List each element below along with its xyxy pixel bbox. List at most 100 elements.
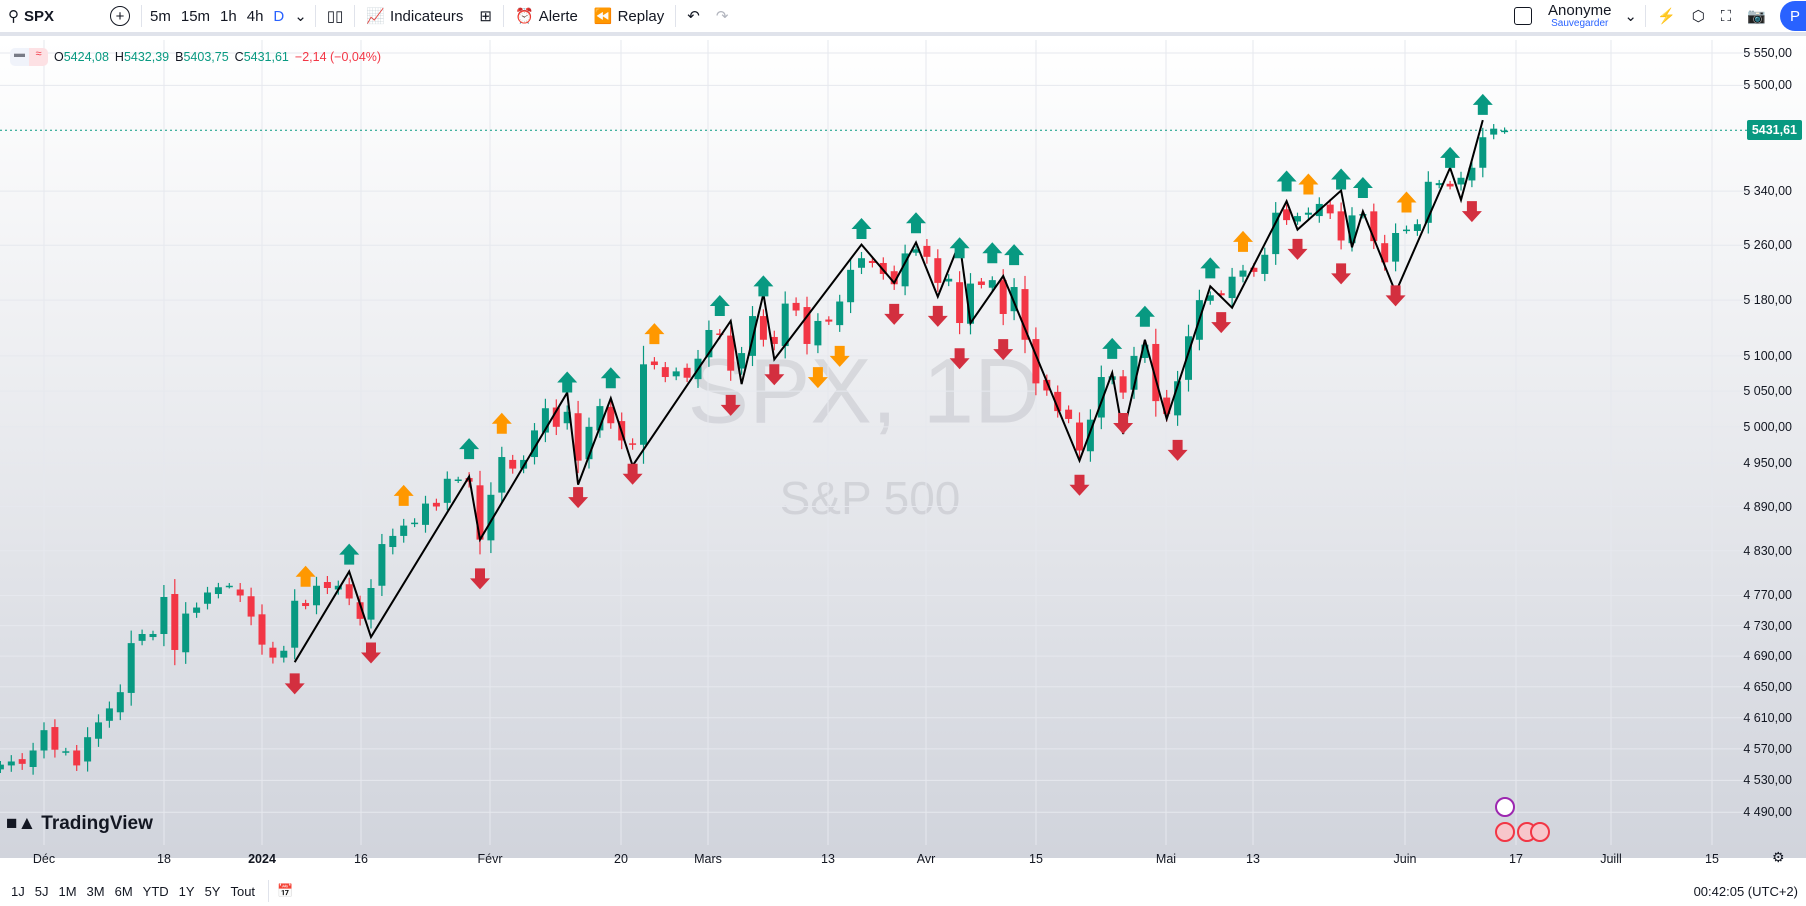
time-tick: Avr	[916, 852, 936, 866]
buy-signal-arrow	[1472, 93, 1493, 115]
sell-signal-arrow	[993, 339, 1014, 361]
buy-signal-arrow	[1200, 257, 1221, 279]
lightning-event-icon	[1495, 797, 1515, 817]
sell-signal-arrow	[1211, 312, 1232, 334]
buy-signal-arrow	[949, 237, 970, 259]
candle-body	[1392, 232, 1400, 262]
buy-signal-arrow	[1440, 146, 1461, 168]
price-tick: 4 570,00	[1743, 741, 1792, 756]
candle-body	[1403, 229, 1410, 232]
candle-body	[225, 585, 233, 588]
sell-signal-arrow	[949, 348, 970, 370]
candle-body	[323, 582, 331, 588]
last-price-tag: 5431,61	[1746, 120, 1802, 141]
time-tick: Mars	[694, 852, 722, 866]
candle-body	[127, 643, 135, 693]
candle-body	[1413, 224, 1421, 231]
us-flag-event-icon	[1495, 822, 1515, 842]
time-tick: 18	[157, 852, 171, 866]
sell-signal-arrow	[284, 673, 305, 695]
sell-signal-arrow	[1113, 412, 1134, 434]
candle-body	[182, 613, 190, 653]
candle-body	[825, 319, 833, 322]
buy-signal-arrow	[753, 275, 774, 297]
range-1m[interactable]: 1M	[53, 884, 81, 899]
price-tick: 4 830,00	[1743, 543, 1792, 558]
warning-up-arrow	[393, 484, 414, 506]
sell-signal-arrow	[884, 303, 905, 325]
warning-up-arrow	[491, 412, 512, 434]
price-tick: 5 500,00	[1743, 78, 1792, 93]
candle-body	[280, 650, 288, 658]
bottom-bar: 1J 5J 1M 3M 6M YTD 1Y 5Y Tout 📅 00:42:05…	[0, 876, 1806, 906]
candle-body	[258, 614, 266, 645]
candle-body	[345, 584, 353, 599]
candle-body	[956, 282, 964, 324]
candle-body	[858, 258, 865, 268]
tradingview-logo[interactable]: ■▲ TradingView	[6, 813, 153, 835]
candle-body	[204, 592, 211, 604]
time-tick: Juill	[1600, 852, 1622, 866]
candle-body	[18, 759, 26, 764]
price-tick: 4 690,00	[1743, 649, 1792, 664]
goto-date-icon[interactable]: 📅	[277, 883, 293, 899]
tv-logo-icon: ■▲	[6, 813, 37, 834]
sell-signal-arrow	[470, 568, 490, 590]
axis-settings-icon[interactable]: ⚙	[1772, 849, 1785, 866]
candle-body	[759, 316, 767, 340]
candle-body	[247, 596, 255, 617]
range-1y[interactable]: 1Y	[174, 884, 200, 899]
legend-open: O5424,08	[54, 50, 109, 64]
candle-body	[367, 587, 375, 620]
price-chart[interactable]	[0, 0, 1806, 906]
candle-body	[116, 692, 124, 713]
candle-body	[149, 634, 157, 638]
candle-body	[193, 607, 201, 613]
candle-body	[40, 730, 48, 751]
range-5y[interactable]: 5Y	[200, 884, 226, 899]
candle-body	[411, 522, 419, 525]
candle-body	[0, 764, 4, 770]
sell-signal-arrow	[1461, 201, 1482, 223]
range-1d[interactable]: 1J	[6, 884, 30, 899]
clock: 00:42:05 (UTC+2)	[1693, 883, 1798, 899]
sell-signal-arrow	[720, 394, 741, 416]
candle-body	[792, 302, 800, 311]
range-all[interactable]: Tout	[225, 884, 260, 899]
price-tick: 5 180,00	[1743, 293, 1792, 308]
candle-body	[84, 737, 92, 762]
range-3m[interactable]: 3M	[82, 884, 110, 899]
sell-signal-arrow	[1069, 474, 1090, 496]
time-axis[interactable]: Déc 18 2024 16 Févr 20 Mars 13 Avr 15 Mai 13 Juin 17 J…	[0, 845, 1806, 871]
time-tick: Mai	[1155, 852, 1177, 866]
candle-body	[214, 587, 222, 594]
sell-signal-arrow	[927, 305, 948, 327]
warning-up-arrow	[295, 565, 316, 587]
candle-body	[672, 371, 680, 377]
range-ytd[interactable]: YTD	[138, 884, 174, 899]
price-tick: 5 000,00	[1743, 419, 1792, 434]
candle-body	[160, 597, 168, 635]
candle-body	[105, 708, 113, 721]
range-6m[interactable]: 6M	[110, 884, 138, 899]
candle-body	[7, 761, 15, 766]
candle-body	[683, 367, 691, 378]
candle-body	[95, 722, 102, 739]
candle-body	[999, 280, 1007, 314]
candle-body	[1239, 270, 1247, 277]
candle-body	[1119, 376, 1127, 393]
legend-toggle[interactable]: ▬ ≈	[10, 48, 48, 66]
warning-up-arrow	[644, 323, 665, 345]
price-tick: 4 610,00	[1743, 710, 1792, 725]
time-tick: 17	[1509, 852, 1523, 866]
price-tick: 4 650,00	[1743, 679, 1792, 694]
candle-body	[847, 269, 855, 303]
price-tick: 4 950,00	[1743, 455, 1792, 470]
warning-down-arrow	[807, 367, 828, 389]
sell-signal-arrow	[1287, 238, 1308, 260]
candle-body	[1446, 183, 1454, 187]
candle-body	[1326, 204, 1334, 214]
range-5d[interactable]: 5J	[30, 884, 54, 899]
time-tick: 15	[1029, 852, 1043, 866]
buy-signal-arrow	[1134, 305, 1155, 327]
